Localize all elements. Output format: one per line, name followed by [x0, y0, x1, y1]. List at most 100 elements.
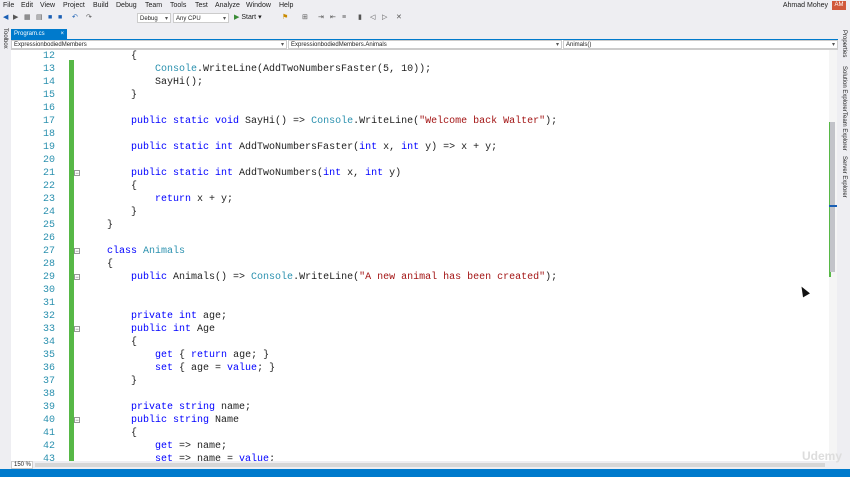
forward-icon[interactable]: ▶: [13, 13, 18, 23]
menu-project[interactable]: Project: [63, 1, 85, 10]
start-button[interactable]: ▶ Start ▾: [234, 13, 262, 23]
comment-icon[interactable]: ≡: [342, 13, 346, 23]
configuration-select[interactable]: Debug ▾: [137, 13, 171, 23]
menu-analyze[interactable]: Analyze: [215, 1, 240, 10]
code-line[interactable]: 37 }: [11, 375, 829, 388]
code-line[interactable]: 29 public Animals() => Console.WriteLine…: [11, 271, 829, 284]
code-line[interactable]: 16: [11, 102, 829, 115]
toolbox-tab[interactable]: Toolbox: [2, 28, 8, 49]
find-icon[interactable]: ⚑: [282, 13, 288, 23]
menu-team[interactable]: Team: [145, 1, 162, 10]
chevron-down-icon: ▾: [258, 14, 262, 21]
code-text: }: [83, 206, 137, 219]
save-all-icon[interactable]: ■: [58, 13, 62, 23]
code-token: age; }: [227, 350, 270, 361]
code-line[interactable]: 41 {: [11, 427, 829, 440]
undo-icon[interactable]: ↶: [72, 13, 78, 23]
code-text: {: [83, 427, 137, 440]
outdent-icon[interactable]: ⇤: [330, 13, 336, 23]
close-icon[interactable]: ×: [60, 29, 64, 39]
open-icon[interactable]: ▤: [36, 13, 43, 23]
user-name[interactable]: Ahmad Mohey: [783, 1, 828, 10]
redo-icon[interactable]: ↷: [86, 13, 92, 23]
code-token: private int: [131, 311, 198, 322]
code-line[interactable]: 19 public static int AddTwoNumbersFaster…: [11, 141, 829, 154]
line-number: 17: [42, 116, 55, 127]
code-line[interactable]: 43 set => name = value;: [11, 453, 829, 461]
collapse-toggle-icon[interactable]: −: [74, 274, 80, 281]
code-line[interactable]: 31: [11, 297, 829, 310]
code-line[interactable]: 40 public string Name: [11, 414, 829, 427]
code-line[interactable]: 39 private string name;: [11, 401, 829, 414]
horizontal-scrollbar[interactable]: [35, 463, 825, 467]
menu-window[interactable]: Window: [246, 1, 271, 10]
menu-test[interactable]: Test: [195, 1, 208, 10]
team-explorer-tab[interactable]: Team Explorer: [841, 112, 847, 151]
project-dropdown[interactable]: ExpressionbodiedMembers ▾: [11, 40, 287, 49]
caret-marker: [829, 205, 837, 207]
menu-file[interactable]: File: [3, 1, 14, 10]
code-line[interactable]: 36 set { age = value; }: [11, 362, 829, 375]
solution-explorer-tab[interactable]: Solution Explorer: [841, 66, 847, 112]
code-token: public int: [131, 324, 192, 335]
prev-bookmark-icon[interactable]: ◁: [370, 13, 375, 23]
code-line[interactable]: 24 }: [11, 206, 829, 219]
back-icon[interactable]: ◀: [3, 13, 8, 23]
server-explorer-tab[interactable]: Server Explorer: [841, 156, 847, 198]
code-token: {: [83, 181, 138, 192]
indent-icon[interactable]: ⇥: [318, 13, 324, 23]
collapse-toggle-icon[interactable]: −: [74, 248, 80, 255]
properties-tab[interactable]: Properties: [841, 30, 847, 57]
code-line[interactable]: 21 public static int AddTwoNumbers(int x…: [11, 167, 829, 180]
scrollbar-thumb[interactable]: [830, 122, 835, 272]
code-line[interactable]: 17 public static void SayHi() => Console…: [11, 115, 829, 128]
code-editor[interactable]: 12 {13 Console.WriteLine(AddTwoNumbersFa…: [11, 50, 829, 461]
zoom-select[interactable]: 150 %: [11, 461, 33, 469]
code-line[interactable]: 33 public int Age: [11, 323, 829, 336]
collapse-toggle-icon[interactable]: −: [74, 326, 80, 333]
code-line[interactable]: 42 get => name;: [11, 440, 829, 453]
code-line[interactable]: 14 SayHi();: [11, 76, 829, 89]
code-line[interactable]: 32 private int age;: [11, 310, 829, 323]
collapse-toggle-icon[interactable]: −: [74, 170, 80, 177]
collapse-toggle-icon[interactable]: −: [74, 417, 80, 424]
code-line[interactable]: 22 {: [11, 180, 829, 193]
menu-help[interactable]: Help: [279, 1, 293, 10]
member-dropdown[interactable]: Animals() ▾: [563, 40, 838, 49]
avatar[interactable]: AM: [832, 1, 846, 10]
code-line[interactable]: 12 {: [11, 50, 829, 63]
menu-edit[interactable]: Edit: [21, 1, 33, 10]
code-line[interactable]: 25 }: [11, 219, 829, 232]
code-line[interactable]: 28 {: [11, 258, 829, 271]
code-line[interactable]: 20: [11, 154, 829, 167]
tab-program-cs[interactable]: Program.cs ×: [11, 29, 67, 39]
menu-tools[interactable]: Tools: [170, 1, 186, 10]
code-text: return x + y;: [83, 193, 233, 206]
vertical-scrollbar[interactable]: [829, 50, 837, 461]
platform-select[interactable]: Any CPU ▾: [173, 13, 229, 23]
code-line[interactable]: 38: [11, 388, 829, 401]
code-line[interactable]: 23 return x + y;: [11, 193, 829, 206]
code-token: public: [131, 272, 168, 283]
menu-debug[interactable]: Debug: [116, 1, 137, 10]
code-line[interactable]: 27 class Animals: [11, 245, 829, 258]
code-line[interactable]: 35 get { return age; }: [11, 349, 829, 362]
clear-bookmarks-icon[interactable]: ✕: [396, 13, 402, 23]
format-icon[interactable]: ⊞: [302, 13, 308, 23]
code-line[interactable]: 30: [11, 284, 829, 297]
code-line[interactable]: 18: [11, 128, 829, 141]
save-icon[interactable]: ■: [48, 13, 52, 23]
code-line[interactable]: 34 {: [11, 336, 829, 349]
next-bookmark-icon[interactable]: ▷: [382, 13, 387, 23]
code-line[interactable]: 26: [11, 232, 829, 245]
bookmark-icon[interactable]: ▮: [358, 13, 362, 23]
type-dropdown[interactable]: ExpressionbodiedMembers.Animals ▾: [288, 40, 562, 49]
code-line[interactable]: 13 Console.WriteLine(AddTwoNumbersFaster…: [11, 63, 829, 76]
code-token: }: [83, 220, 114, 231]
menu-view[interactable]: View: [40, 1, 55, 10]
menu-build[interactable]: Build: [93, 1, 109, 10]
code-line[interactable]: 15 }: [11, 89, 829, 102]
new-project-icon[interactable]: ▦: [24, 13, 31, 23]
